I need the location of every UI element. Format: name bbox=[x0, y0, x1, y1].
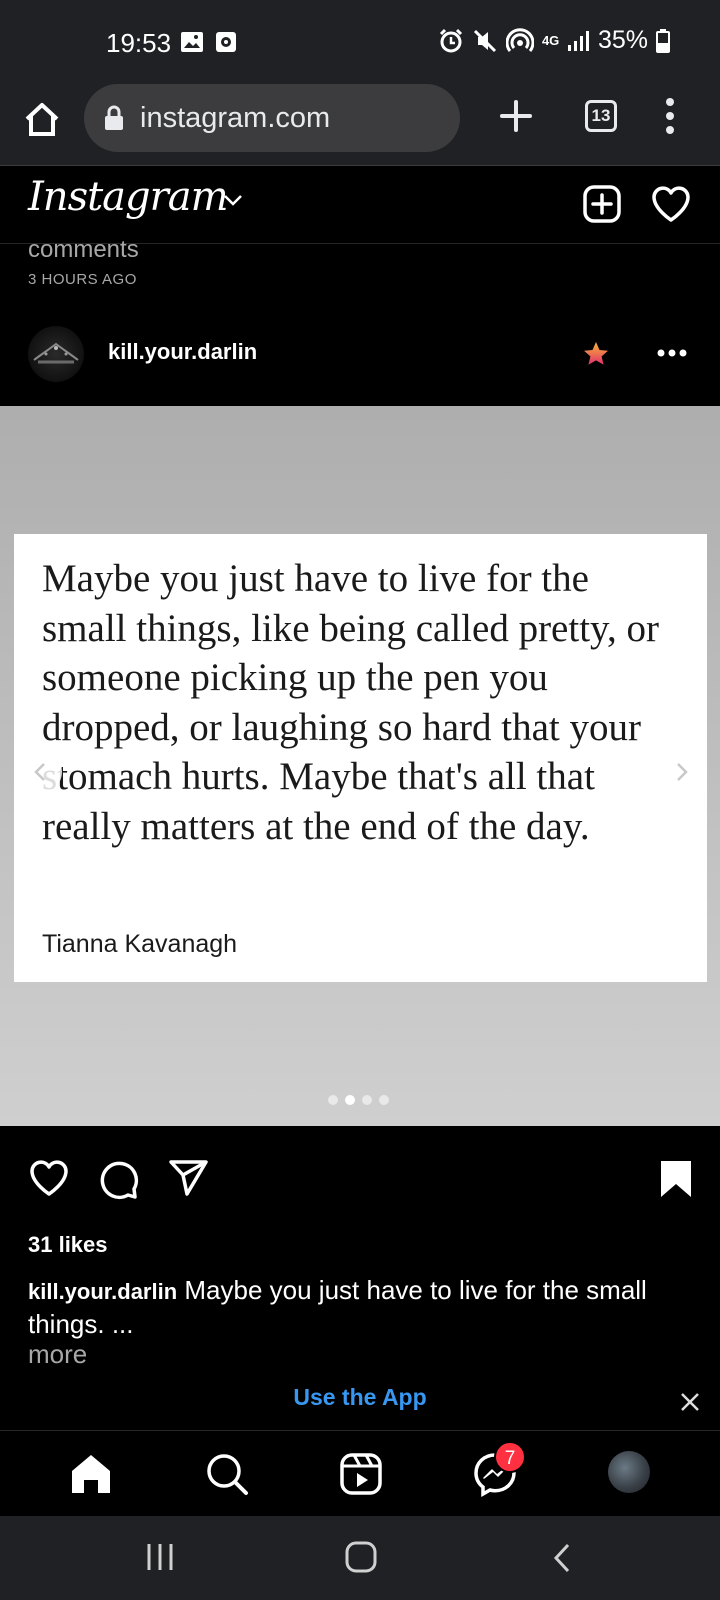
status-right: 4G 35% bbox=[438, 26, 670, 55]
lock-icon bbox=[105, 105, 123, 130]
screen-record-icon bbox=[216, 32, 236, 52]
android-home-icon[interactable] bbox=[344, 1540, 378, 1574]
url-text: instagram.com bbox=[140, 101, 331, 134]
mute-icon bbox=[473, 29, 497, 52]
address-bar[interactable]: instagram.com bbox=[84, 84, 460, 152]
carousel-next-button[interactable] bbox=[660, 751, 702, 793]
status-left-icons bbox=[180, 30, 238, 54]
post-username[interactable]: kill.your.darlin bbox=[108, 339, 257, 365]
quote-author: Tianna Kavanagh bbox=[42, 930, 238, 958]
chevron-left-icon bbox=[34, 763, 45, 781]
home-icon[interactable] bbox=[68, 1451, 114, 1497]
profile-avatar[interactable] bbox=[608, 1451, 650, 1493]
bottom-navigation: 7 bbox=[0, 1430, 720, 1516]
avatar[interactable] bbox=[28, 326, 84, 382]
carousel-dot bbox=[345, 1095, 355, 1105]
carousel-dot bbox=[362, 1095, 372, 1105]
network-type: 4G bbox=[541, 32, 560, 48]
battery-level: 35% bbox=[597, 26, 648, 54]
search-icon[interactable] bbox=[204, 1451, 250, 1497]
more-options-icon[interactable] bbox=[656, 348, 688, 358]
browser-toolbar: instagram.com 13 bbox=[0, 84, 720, 166]
post-actions bbox=[0, 1146, 720, 1206]
previous-post-comments-link[interactable]: comments bbox=[28, 236, 139, 264]
battery-icon bbox=[656, 28, 670, 53]
previous-post-timestamp: 3 HOURS AGO bbox=[28, 271, 137, 288]
post-header: kill.your.darlin bbox=[0, 312, 720, 392]
back-icon[interactable] bbox=[552, 1542, 572, 1574]
signal-icon bbox=[567, 30, 589, 51]
browser-home-icon[interactable] bbox=[22, 100, 62, 140]
quote-text: Maybe you just have to live for the smal… bbox=[42, 557, 659, 848]
recent-apps-icon[interactable] bbox=[146, 1542, 174, 1572]
carousel-dot bbox=[379, 1095, 389, 1105]
quote-card: Maybe you just have to live for the smal… bbox=[14, 534, 707, 982]
close-icon[interactable] bbox=[680, 1392, 700, 1412]
likes-count[interactable]: 31 likes bbox=[28, 1232, 108, 1258]
bookmark-icon[interactable] bbox=[660, 1160, 692, 1198]
share-paper-plane-icon[interactable] bbox=[168, 1158, 210, 1198]
use-app-banner: Use the App bbox=[0, 1380, 720, 1430]
use-the-app-link[interactable]: Use the App bbox=[0, 1384, 720, 1411]
alarm-icon bbox=[439, 28, 463, 52]
new-tab-icon[interactable] bbox=[496, 96, 536, 136]
like-heart-icon[interactable] bbox=[28, 1158, 70, 1198]
caption: kill.your.darlin Maybe you just have to … bbox=[28, 1274, 698, 1340]
instagram-logo[interactable]: Instagram bbox=[28, 174, 229, 220]
hotspot-icon bbox=[505, 27, 534, 52]
activity-heart-icon[interactable] bbox=[650, 184, 692, 224]
new-post-icon[interactable] bbox=[582, 184, 622, 224]
instagram-header: Instagram bbox=[0, 166, 720, 244]
chevron-down-icon[interactable] bbox=[222, 192, 244, 208]
tiara-image bbox=[33, 342, 79, 364]
comment-icon[interactable] bbox=[98, 1158, 140, 1200]
android-navigation-bar bbox=[0, 1516, 720, 1600]
status-bar: 19:53 4G 35% bbox=[0, 0, 720, 84]
gallery-icon bbox=[181, 32, 203, 52]
reels-icon[interactable] bbox=[338, 1451, 384, 1497]
tab-switcher-button[interactable]: 13 bbox=[585, 100, 617, 132]
browser-menu-icon[interactable] bbox=[660, 96, 680, 136]
caption-more-link[interactable]: more bbox=[28, 1339, 87, 1370]
status-time: 19:53 bbox=[106, 28, 172, 58]
chevron-right-icon bbox=[677, 763, 688, 781]
carousel-dot bbox=[328, 1095, 338, 1105]
star-icon bbox=[584, 342, 608, 365]
messages-badge: 7 bbox=[494, 1441, 526, 1473]
post-media[interactable]: Maybe you just have to live for the smal… bbox=[0, 406, 720, 1126]
carousel-prev-button[interactable] bbox=[20, 751, 62, 793]
carousel-indicator bbox=[328, 1095, 389, 1105]
caption-username[interactable]: kill.your.darlin bbox=[28, 1279, 177, 1304]
